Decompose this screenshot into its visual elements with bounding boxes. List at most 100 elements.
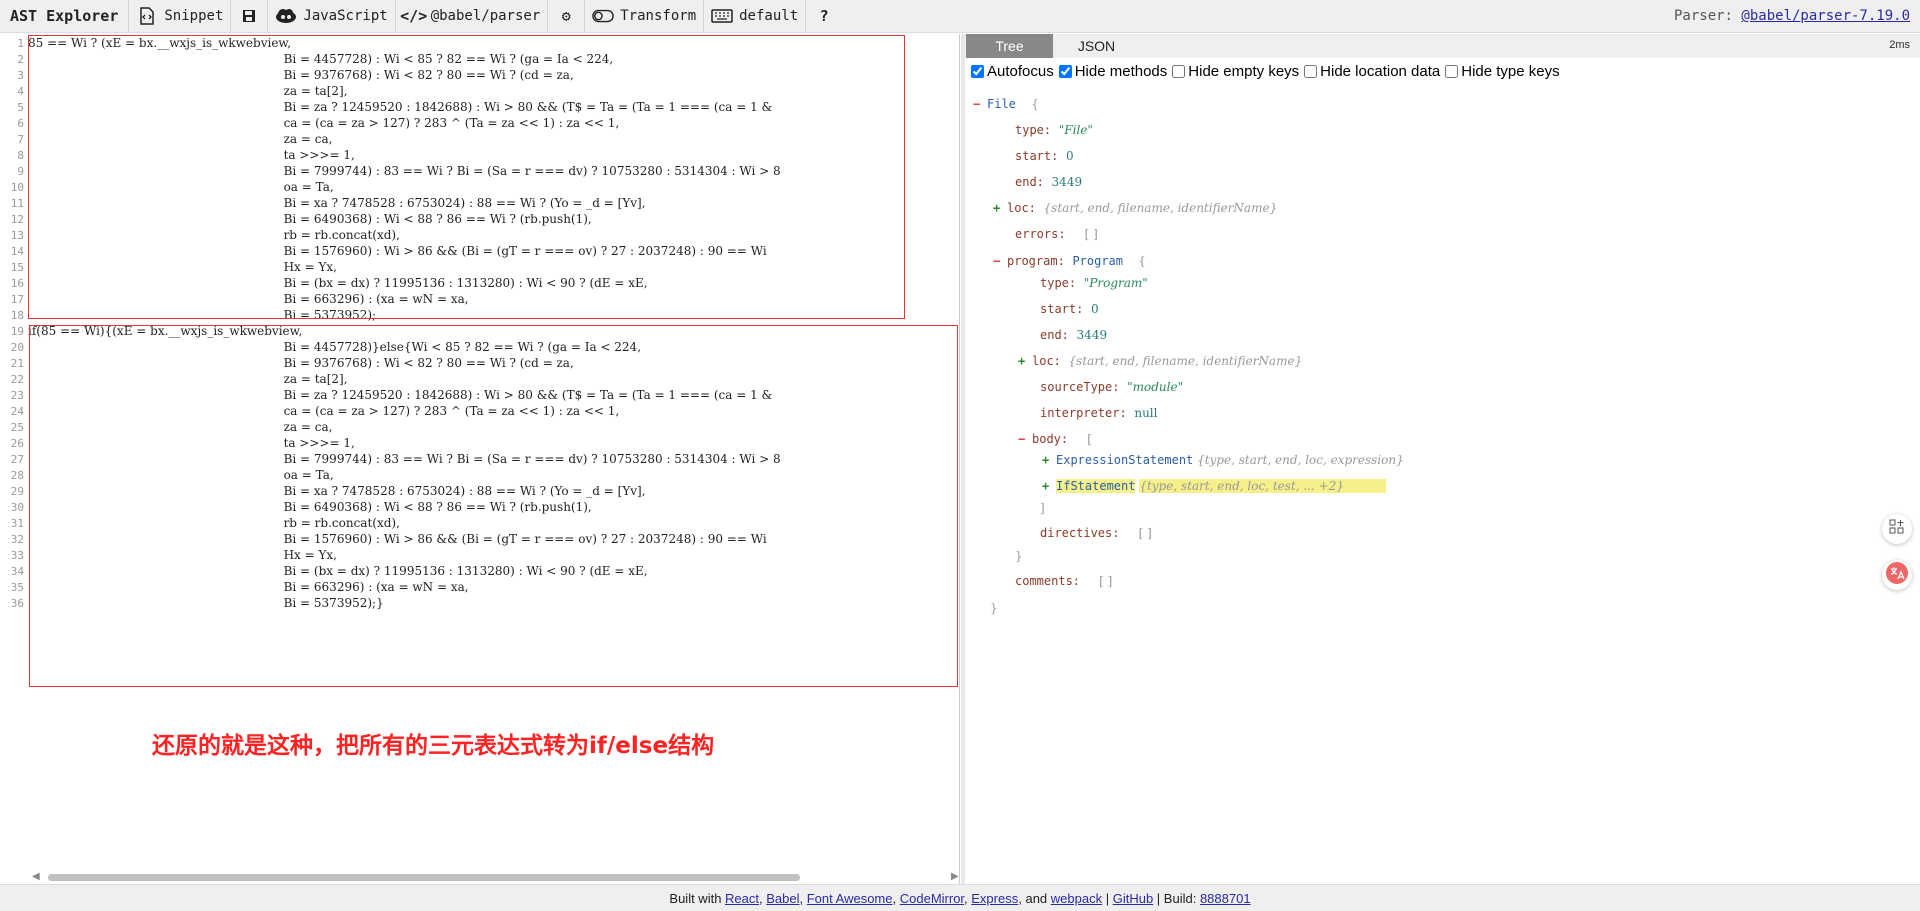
- footer-link-font-awesome[interactable]: Font Awesome: [807, 891, 893, 906]
- parser-label: @babel/parser: [430, 8, 541, 24]
- option-hide-location-data[interactable]: Hide location data: [1304, 63, 1440, 80]
- line-number: 3: [17, 69, 24, 82]
- option-hide-methods[interactable]: Hide methods: [1058, 63, 1167, 80]
- snippet-menu[interactable]: Snippet: [128, 0, 230, 33]
- line-number: 17: [10, 293, 24, 306]
- option-hide-empty-keys[interactable]: Hide empty keys: [1172, 63, 1299, 80]
- footer-link-codemirror[interactable]: CodeMirror: [900, 891, 964, 906]
- transform-menu[interactable]: Transform: [584, 0, 703, 33]
- line-number: 34: [10, 565, 24, 578]
- collapse-icon[interactable]: −: [993, 252, 1007, 270]
- scrollbar-thumb[interactable]: [48, 874, 800, 881]
- expand-icon[interactable]: +: [1042, 477, 1056, 495]
- parser-menu[interactable]: </> @babel/parser: [394, 0, 548, 33]
- footer-link-express[interactable]: Express: [971, 891, 1018, 906]
- node-key: type:: [1040, 276, 1077, 290]
- language-menu[interactable]: JavaScript: [267, 0, 394, 33]
- expand-icon[interactable]: +: [1042, 451, 1056, 469]
- line-number: 4: [17, 85, 24, 98]
- translate-button[interactable]: [1882, 560, 1912, 590]
- node-value: "module": [1127, 380, 1184, 394]
- line-number: 1: [17, 37, 24, 50]
- editor-horizontal-scrollbar[interactable]: ◀ ▶: [30, 870, 959, 884]
- checkbox[interactable]: [971, 64, 984, 78]
- line-number: 8: [17, 149, 24, 162]
- output-panel: Tree JSON 2ms Autofocus Hide methods Hide …: [965, 34, 1920, 884]
- collapse-icon[interactable]: −: [1018, 430, 1032, 448]
- help-button[interactable]: ?: [805, 0, 842, 33]
- line-number: 21: [10, 357, 24, 370]
- tree-node[interactable]: + IfStatement {type, start, end, loc, tes…: [1042, 477, 1386, 495]
- footer-link-github[interactable]: GitHub: [1113, 891, 1153, 906]
- tree-node[interactable]: + ExpressionStatement {type, start, end, …: [1042, 451, 1404, 469]
- footer-prefix: Built with: [669, 891, 726, 906]
- footer-and: and: [1025, 891, 1048, 906]
- footer-link-babel[interactable]: Babel: [766, 891, 799, 906]
- node-bracket: {: [1031, 97, 1039, 111]
- scroll-left-icon[interactable]: ◀: [32, 871, 42, 883]
- line-number: 23: [10, 389, 24, 402]
- node-bracket: [: [1087, 432, 1092, 446]
- option-label: Hide location data: [1320, 62, 1441, 80]
- tree-node[interactable]: + loc: {start, end, filename, identifierN…: [1018, 352, 1302, 370]
- parser-info: Parser: @babel/parser-7.19.0: [1674, 8, 1920, 24]
- scroll-right-icon[interactable]: ▶: [951, 871, 961, 883]
- code-brackets-icon: </>: [400, 7, 428, 25]
- toolbar: AST Explorer Snippet JavaScript </> @bab…: [0, 0, 1920, 33]
- tree-node: type: "File": [1015, 121, 1093, 139]
- line-number: 15: [10, 261, 24, 274]
- footer-link-react[interactable]: React: [725, 891, 759, 906]
- line-number: 9: [17, 165, 24, 178]
- translate-icon: [1885, 561, 1909, 589]
- tree-node[interactable]: − body: [: [1018, 430, 1092, 448]
- tree-node: sourceType: "module": [1040, 378, 1183, 396]
- tree-options: Autofocus Hide methods Hide empty keys Hide…: [965, 58, 1920, 84]
- line-number: 14: [10, 245, 24, 258]
- tree-node: }: [990, 599, 998, 617]
- node-bracket: [ ]: [1138, 526, 1152, 540]
- keymap-menu[interactable]: default: [703, 0, 805, 33]
- checkbox[interactable]: [1172, 64, 1186, 78]
- gear-icon: ⚙: [561, 7, 571, 25]
- footer-link-webpack[interactable]: webpack: [1051, 891, 1102, 906]
- collapse-icon[interactable]: −: [973, 95, 987, 113]
- option-label: Hide type keys: [1461, 62, 1560, 80]
- expand-icon[interactable]: +: [1018, 352, 1032, 370]
- line-number: 19: [10, 325, 24, 338]
- node-value: null: [1134, 406, 1158, 420]
- code-editor[interactable]: 1 85 == Wi ? (xE = bx.__wxjs_is_wkwebview…: [0, 34, 960, 884]
- option-hide-type-keys[interactable]: Hide type keys: [1445, 62, 1560, 80]
- expand-icon[interactable]: +: [993, 199, 1007, 217]
- node-key: body:: [1032, 432, 1069, 446]
- node-bracket: ]: [1040, 501, 1045, 515]
- node-key: directives:: [1040, 526, 1120, 540]
- tree-node[interactable]: + loc: {start, end, filename, identifierN…: [993, 199, 1277, 217]
- parser-settings-button[interactable]: ⚙: [547, 0, 584, 33]
- snippet-label: Snippet: [164, 8, 224, 24]
- tab-tree[interactable]: Tree: [966, 34, 1053, 58]
- option-label: Hide empty keys: [1188, 62, 1300, 80]
- line-number: 7: [17, 133, 24, 146]
- tree-node[interactable]: − File {: [973, 95, 1039, 113]
- line-number: 31: [10, 517, 24, 530]
- checkbox[interactable]: [1304, 64, 1318, 78]
- tree-node[interactable]: − program: Program {: [993, 252, 1146, 270]
- tree-node: end: 3449: [1040, 326, 1107, 344]
- language-label: JavaScript: [303, 8, 388, 24]
- option-label: Autofocus: [987, 62, 1054, 80]
- option-autofocus[interactable]: Autofocus: [971, 63, 1054, 80]
- tab-json[interactable]: JSON: [1053, 34, 1140, 58]
- footer-build-link[interactable]: 8888701: [1200, 891, 1251, 906]
- widget-button[interactable]: [1882, 514, 1912, 544]
- line-number: 20: [10, 341, 24, 354]
- tree-node: start: 0: [1015, 147, 1074, 165]
- tree-node: directives: [ ]: [1040, 524, 1152, 542]
- node-key: start:: [1015, 149, 1059, 163]
- app-title: AST Explorer: [10, 7, 119, 25]
- checkbox[interactable]: [1058, 64, 1072, 78]
- node-key: sourceType:: [1040, 380, 1120, 394]
- save-button[interactable]: [230, 0, 267, 33]
- help-icon: ?: [819, 7, 829, 25]
- parser-version-link[interactable]: @babel/parser-7.19.0: [1741, 8, 1910, 24]
- checkbox[interactable]: [1445, 64, 1459, 78]
